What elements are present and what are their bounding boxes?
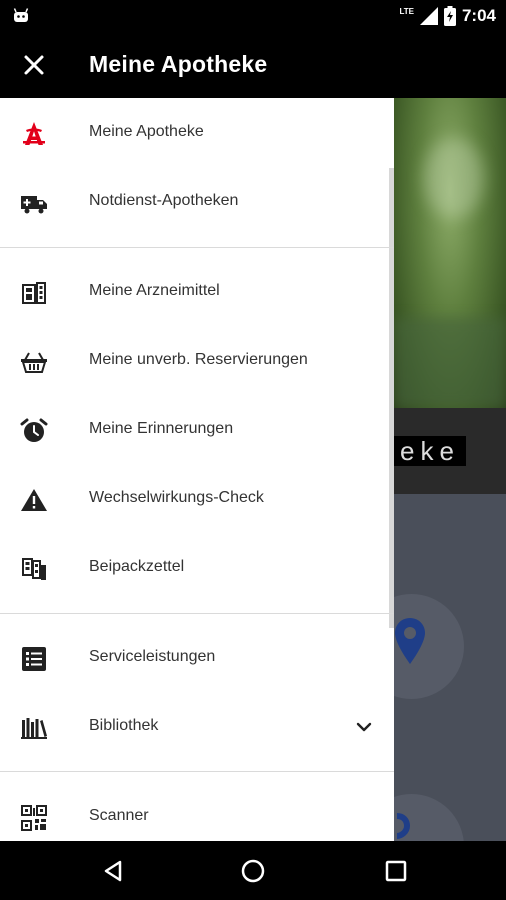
drawer-item-label: Bibliothek (89, 717, 159, 734)
hero-caption-text: eke (394, 436, 466, 466)
system-nav-bar (0, 841, 506, 900)
hero-image (394, 98, 506, 408)
battery-icon (443, 6, 456, 26)
drawer-item-erinnerungen[interactable]: Meine Erinnerungen (0, 396, 394, 465)
home-icon[interactable] (239, 857, 267, 885)
tiles-area (394, 494, 506, 841)
drawer-item-label: Serviceleistungen (89, 648, 216, 665)
hero-caption: eke (394, 408, 506, 494)
ambulance-icon (21, 196, 47, 214)
drawer-item-beipackzettel[interactable]: Beipackzettel (0, 534, 394, 603)
medicine-pack-icon (22, 282, 46, 304)
drawer-divider (0, 247, 394, 248)
list-icon (22, 647, 46, 671)
drawer-item-label: Beipackzettel (89, 558, 185, 575)
page-title: Meine Apotheke (89, 51, 268, 77)
drawer-item-serviceleistungen[interactable]: Serviceleistungen (0, 624, 394, 693)
drawer-divider (0, 613, 394, 614)
chevron-down-icon[interactable] (354, 717, 374, 737)
drawer-item-notdienst-apotheken[interactable]: Notdienst-Apotheken (0, 168, 394, 237)
recents-icon[interactable] (382, 857, 410, 885)
drawer-item-scanner[interactable]: Scanner (0, 783, 394, 841)
drawer-item-label: Meine Erinnerungen (89, 420, 234, 437)
drawer-item-label: Meine Arzneimittel (89, 282, 220, 299)
drawer-item-label: Scanner (89, 807, 149, 824)
status-bar: LTE 7:04 (0, 0, 506, 32)
pharmacy-a-icon (23, 122, 45, 145)
leaflet-icon (22, 558, 46, 580)
drawer-item-label: Meine unverb. Reservierungen (89, 351, 308, 368)
android-icon (13, 8, 29, 22)
drawer-item-meine-apotheke[interactable]: Meine Apotheke (0, 99, 394, 168)
close-icon[interactable] (20, 51, 48, 79)
alarm-clock-icon (20, 418, 48, 442)
clock: 7:04 (461, 6, 496, 25)
app-bar: Meine Apotheke (0, 32, 506, 98)
drawer-item-reservierungen[interactable]: Meine unverb. Reservierungen (0, 327, 394, 396)
drawer-item-meine-arzneimittel[interactable]: Meine Arzneimittel (0, 258, 394, 327)
back-icon[interactable] (99, 857, 127, 885)
network-type: LTE (399, 6, 414, 16)
basket-icon (21, 352, 47, 373)
partial-icon (396, 813, 411, 839)
background-content: eke (394, 98, 506, 841)
drawer-item-label: Meine Apotheke (89, 123, 204, 140)
signal-icon (419, 7, 438, 25)
navigation-drawer: Meine Apotheke Notdienst-Apotheken Meine… (0, 98, 394, 841)
drawer-item-wechselwirkungs-check[interactable]: Wechselwirkungs-Check (0, 465, 394, 534)
drawer-item-label: Wechselwirkungs-Check (89, 489, 264, 506)
warning-icon (21, 489, 47, 511)
drawer-divider (0, 771, 394, 772)
location-pin-icon (395, 618, 425, 664)
drawer-item-bibliothek[interactable]: Bibliothek (0, 693, 394, 762)
drawer-item-label: Notdienst-Apotheken (89, 192, 239, 209)
qr-code-icon (21, 805, 47, 831)
library-icon (21, 718, 47, 739)
